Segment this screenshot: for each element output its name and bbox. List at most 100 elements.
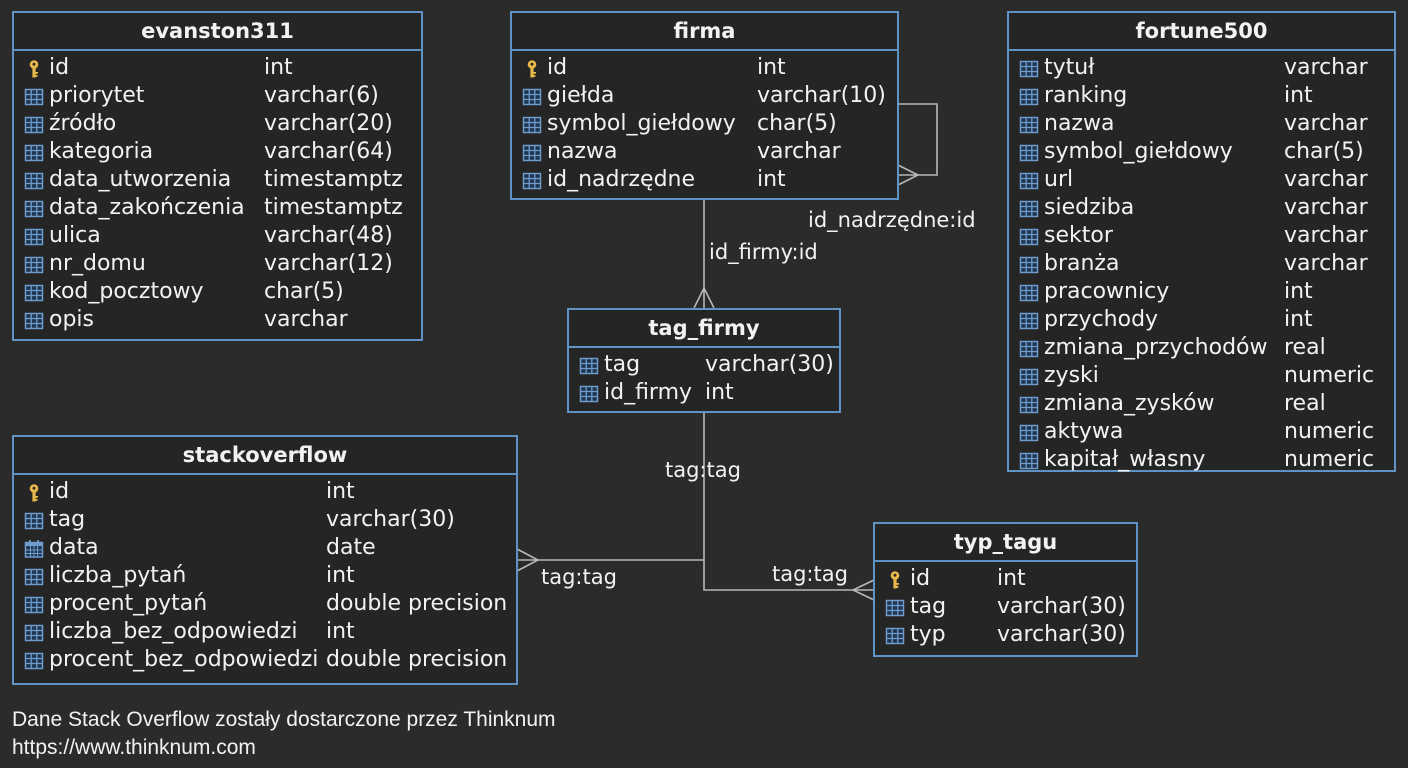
- table-title: typ_tagu: [875, 524, 1136, 562]
- column-row[interactable]: procent_bez_odpowiedzi double precision: [14, 646, 516, 674]
- column-icon: [24, 199, 44, 219]
- column-row[interactable]: priorytet varchar(6): [14, 82, 421, 110]
- column-row[interactable]: pracownicy int: [1009, 278, 1394, 306]
- column-row[interactable]: kapitał_własny numeric: [1009, 446, 1394, 474]
- column-row[interactable]: data_zakończenia timestamptz: [14, 194, 421, 222]
- column-name: data_utworzenia: [49, 167, 232, 192]
- column-name: ranking: [1044, 83, 1128, 108]
- column-type: real: [1284, 391, 1326, 416]
- column-name: data_zakończenia: [49, 195, 245, 220]
- column-row[interactable]: nr_domu varchar(12): [14, 250, 421, 278]
- column-row[interactable]: opis varchar: [14, 306, 421, 334]
- column-name: liczba_bez_odpowiedzi: [49, 619, 298, 644]
- column-row[interactable]: tag varchar(30): [14, 506, 516, 534]
- column-row[interactable]: liczba_bez_odpowiedzi int: [14, 618, 516, 646]
- relationship-label-tag-firmy: tag:tag: [665, 458, 741, 482]
- table-evanston311[interactable]: evanston311 id int priorytet varchar(6) źród…: [12, 11, 423, 341]
- column-row[interactable]: tag varchar(30): [569, 351, 839, 379]
- table-fortune500[interactable]: fortune500 tytuł varchar ranking int nazwa va…: [1007, 11, 1396, 472]
- table-title: tag_firmy: [569, 310, 839, 348]
- table-title: fortune500: [1009, 13, 1394, 51]
- table-tag-firmy[interactable]: tag_firmy tag varchar(30) id_firmy int: [567, 308, 841, 413]
- column-type: int: [1284, 83, 1313, 108]
- column-row[interactable]: procent_pytań double precision: [14, 590, 516, 618]
- column-name: źródło: [49, 111, 117, 136]
- column-row[interactable]: przychody int: [1009, 306, 1394, 334]
- column-icon: [24, 651, 44, 671]
- column-icon: [579, 384, 599, 404]
- column-row[interactable]: liczba_pytań int: [14, 562, 516, 590]
- column-name: id: [547, 55, 568, 80]
- column-type: double precision: [326, 591, 508, 616]
- column-row[interactable]: symbol_giełdowy char(5): [512, 110, 897, 138]
- column-row[interactable]: aktywa numeric: [1009, 418, 1394, 446]
- column-row[interactable]: url varchar: [1009, 166, 1394, 194]
- column-type: int: [326, 563, 355, 588]
- column-name: ulica: [49, 223, 101, 248]
- column-row[interactable]: ulica varchar(48): [14, 222, 421, 250]
- column-row[interactable]: id_nadrzędne int: [512, 166, 897, 194]
- column-name: url: [1044, 167, 1074, 192]
- table-stackoverflow[interactable]: stackoverflow id int tag varchar(30) data dat…: [12, 435, 518, 685]
- column-name: tag: [604, 352, 641, 377]
- column-row[interactable]: zmiana_przychodów real: [1009, 334, 1394, 362]
- column-row[interactable]: id int: [512, 54, 897, 82]
- table-typ-tagu[interactable]: typ_tagu id int tag varchar(30) typ varchar(3…: [873, 522, 1138, 657]
- column-icon: [1019, 339, 1039, 359]
- column-row[interactable]: zyski numeric: [1009, 362, 1394, 390]
- column-name: przychody: [1044, 307, 1159, 332]
- column-row[interactable]: kategoria varchar(64): [14, 138, 421, 166]
- column-row[interactable]: id_firmy int: [569, 379, 839, 407]
- key-icon: [24, 59, 44, 79]
- column-type: timestamptz: [264, 195, 403, 220]
- column-row[interactable]: tag varchar(30): [875, 593, 1136, 621]
- column-type: varchar(64): [264, 139, 393, 164]
- column-icon: [24, 623, 44, 643]
- column-type: varchar: [1284, 55, 1368, 80]
- column-row[interactable]: id int: [14, 478, 516, 506]
- column-row[interactable]: data date: [14, 534, 516, 562]
- column-row[interactable]: ranking int: [1009, 82, 1394, 110]
- column-icon: [1019, 143, 1039, 163]
- column-row[interactable]: id int: [875, 565, 1136, 593]
- column-row[interactable]: źródło varchar(20): [14, 110, 421, 138]
- column-icon: [1019, 423, 1039, 443]
- column-name: id_firmy: [604, 380, 693, 405]
- table-firma[interactable]: firma id int giełda varchar(10) symbol_giełd…: [510, 11, 899, 200]
- column-row[interactable]: nazwa varchar: [1009, 110, 1394, 138]
- column-type: numeric: [1284, 363, 1375, 388]
- column-type: varchar(30): [705, 352, 834, 377]
- column-type: char(5): [757, 111, 837, 136]
- column-type: int: [326, 619, 355, 644]
- column-name: liczba_pytań: [49, 563, 187, 588]
- column-row[interactable]: tytuł varchar: [1009, 54, 1394, 82]
- column-row[interactable]: zmiana_zysków real: [1009, 390, 1394, 418]
- column-row[interactable]: symbol_giełdowy char(5): [1009, 138, 1394, 166]
- column-row[interactable]: giełda varchar(10): [512, 82, 897, 110]
- column-row[interactable]: branża varchar: [1009, 250, 1394, 278]
- column-row[interactable]: id int: [14, 54, 421, 82]
- column-row[interactable]: sektor varchar: [1009, 222, 1394, 250]
- column-type: numeric: [1284, 447, 1375, 472]
- column-icon: [1019, 395, 1039, 415]
- column-row[interactable]: kod_pocztowy char(5): [14, 278, 421, 306]
- column-name: kategoria: [49, 139, 154, 164]
- column-name: branża: [1044, 251, 1120, 276]
- column-type: numeric: [1284, 419, 1375, 444]
- column-icon: [1019, 283, 1039, 303]
- column-type: varchar: [1284, 195, 1368, 220]
- column-type: varchar(20): [264, 111, 393, 136]
- key-icon: [885, 570, 905, 590]
- column-type: varchar: [1284, 251, 1368, 276]
- column-name: sektor: [1044, 223, 1113, 248]
- column-row[interactable]: nazwa varchar: [512, 138, 897, 166]
- column-row[interactable]: typ varchar(30): [875, 621, 1136, 649]
- footer-url[interactable]: https://www.thinknum.com: [12, 736, 256, 760]
- column-name: siedziba: [1044, 195, 1135, 220]
- column-row[interactable]: data_utworzenia timestamptz: [14, 166, 421, 194]
- column-row[interactable]: siedziba varchar: [1009, 194, 1394, 222]
- column-icon: [24, 511, 44, 531]
- column-name: symbol_giełdowy: [1044, 139, 1233, 164]
- column-name: nazwa: [1044, 111, 1115, 136]
- column-type: varchar(12): [264, 251, 393, 276]
